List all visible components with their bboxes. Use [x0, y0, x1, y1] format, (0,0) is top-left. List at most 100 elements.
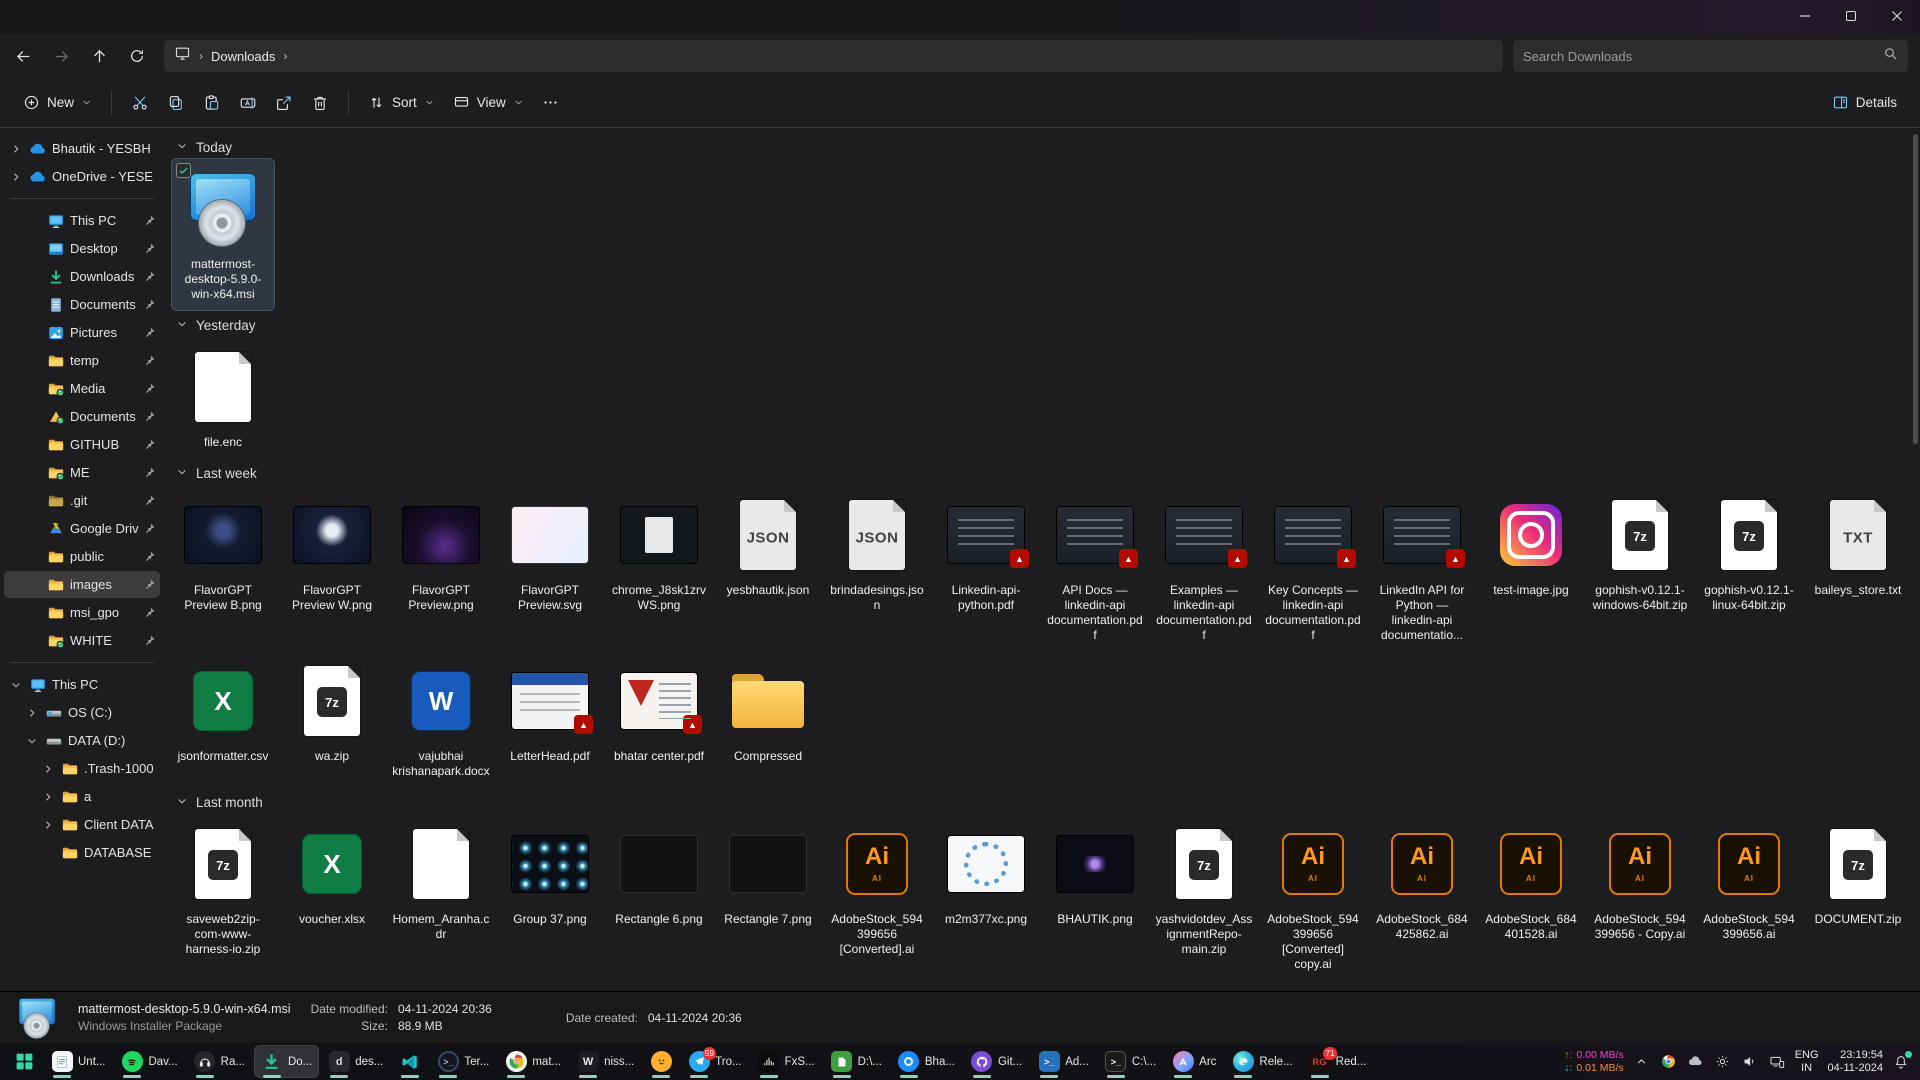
sidebar-item-documents[interactable]: Documents	[4, 403, 160, 430]
file-item[interactable]: test-image.jpg	[1480, 485, 1582, 606]
file-item[interactable]: ▲Linkedin-api-python.pdf	[935, 485, 1037, 621]
taskbar-app-d[interactable]: D:\...	[824, 1045, 889, 1078]
group-header-yesterday[interactable]: Yesterday	[176, 318, 1916, 333]
file-item[interactable]: Xjsonformatter.csv	[172, 651, 274, 772]
taskbar-app-fxs[interactable]: FxS...	[751, 1045, 822, 1078]
clock[interactable]: 23:19:5404-11-2024	[1828, 1049, 1883, 1075]
volume-icon[interactable]	[1741, 1053, 1759, 1071]
details-pane-button[interactable]: Details	[1823, 87, 1906, 118]
chevron-right-icon[interactable]	[40, 819, 56, 831]
file-item[interactable]: Homem_Aranha.cdr	[390, 814, 492, 950]
chevron-right-icon[interactable]	[8, 143, 24, 155]
file-item[interactable]: m2m377xc.png	[935, 814, 1037, 935]
file-item[interactable]: FlavorGPT Preview.svg	[499, 485, 601, 621]
address-bar[interactable]: › Downloads ›	[164, 40, 1503, 72]
sidebar-item-downloads[interactable]: Downloads	[4, 263, 160, 290]
share-button[interactable]	[266, 87, 302, 119]
network-speed-widget[interactable]: ↑:0.00 MB/s ↓:0.01 MB/s	[1564, 1049, 1623, 1075]
back-button[interactable]	[6, 40, 40, 72]
selection-checkbox[interactable]	[176, 163, 191, 178]
file-item[interactable]: AiAIAdobeStock_594399656.ai	[1698, 814, 1800, 950]
sidebar-item-media[interactable]: Media	[4, 375, 160, 402]
taskbar-app-niss[interactable]: Wniss...	[570, 1045, 641, 1078]
rename-button[interactable]	[230, 87, 266, 119]
chrome-tray-icon[interactable]	[1660, 1053, 1678, 1071]
file-item[interactable]: Xvoucher.xlsx	[281, 814, 383, 935]
sidebar-item-desktop[interactable]: Desktop	[4, 235, 160, 262]
file-item[interactable]: ▲bhatar center.pdf	[608, 651, 710, 772]
maximize-button[interactable]	[1828, 0, 1874, 32]
sidebar-item-onedrive-yese[interactable]: OneDrive - YESE	[4, 163, 160, 190]
file-item[interactable]: AiAIAdobeStock_684401528.ai	[1480, 814, 1582, 950]
onedrive-tray-icon[interactable]	[1687, 1053, 1705, 1071]
taskbar-app-red[interactable]: RG71Red...	[1302, 1045, 1374, 1078]
sort-button[interactable]: Sort	[359, 87, 444, 118]
file-item[interactable]: mattermost-desktop-5.9.0-win-x64.msi	[172, 159, 274, 310]
file-item[interactable]: ▲Examples — linkedin-api documentation.p…	[1153, 485, 1255, 651]
file-item[interactable]: 7zDOCUMENT.zip	[1807, 814, 1909, 935]
taskbar-app-rele[interactable]: Rele...	[1225, 1045, 1299, 1078]
new-button[interactable]: New	[14, 87, 101, 118]
sidebar-item-documents[interactable]: Documents	[4, 291, 160, 318]
refresh-button[interactable]	[120, 40, 154, 72]
taskbar-app-do[interactable]: Do...	[254, 1045, 319, 1078]
taskbar-app-unt[interactable]: Unt...	[44, 1045, 112, 1078]
chevron-right-icon[interactable]	[8, 171, 24, 183]
minimize-button[interactable]	[1782, 0, 1828, 32]
taskbar-app-arc[interactable]: Arc	[1165, 1045, 1223, 1078]
file-item[interactable]: Rectangle 7.png	[717, 814, 819, 935]
file-item[interactable]: AiAIAdobeStock_684425862.ai	[1371, 814, 1473, 950]
taskbar-app-ra[interactable]: Ra...	[187, 1045, 252, 1078]
taskbar-app-bha[interactable]: Bha...	[891, 1045, 962, 1078]
language-indicator[interactable]: ENGIN	[1795, 1049, 1819, 1075]
sidebar-item-a[interactable]: a	[4, 783, 160, 810]
file-item[interactable]: FlavorGPT Preview B.png	[172, 485, 274, 621]
taskbar-app-tro[interactable]: 59Tro...	[681, 1045, 748, 1078]
up-button[interactable]	[82, 40, 116, 72]
sidebar-item-public[interactable]: public	[4, 543, 160, 570]
file-item[interactable]: AiAIAdobeStock_594399656 - Copy.ai	[1589, 814, 1691, 950]
taskbar-app-git[interactable]: Git...	[964, 1045, 1029, 1078]
file-item[interactable]: file.enc	[172, 337, 274, 458]
file-item[interactable]: FlavorGPT Preview W.png	[281, 485, 383, 621]
file-item[interactable]: ▲LetterHead.pdf	[499, 651, 601, 772]
file-item[interactable]: JSONyesbhautik.json	[717, 485, 819, 606]
brightness-icon[interactable]	[1714, 1053, 1732, 1071]
sidebar-item--trash-1000[interactable]: .Trash-1000	[4, 755, 160, 782]
breadcrumb-chevron[interactable]: ›	[281, 49, 289, 63]
file-item[interactable]: 7zgophish-v0.12.1-linux-64bit.zip	[1698, 485, 1800, 621]
file-item[interactable]: ▲LinkedIn API for Python — linkedin-api …	[1371, 485, 1473, 651]
forward-button[interactable]	[44, 40, 78, 72]
sidebar-item-data-d-[interactable]: DATA (D:)	[4, 727, 160, 754]
taskbar-app-hugging[interactable]	[643, 1045, 679, 1078]
taskbar-app-dav[interactable]: Dav...	[114, 1045, 184, 1078]
file-item[interactable]: ▲Key Concepts — linkedin-api documentati…	[1262, 485, 1364, 651]
sidebar-item-this-pc[interactable]: This PC	[4, 671, 160, 698]
search-input[interactable]	[1523, 49, 1883, 64]
more-options-button[interactable]	[533, 87, 568, 118]
file-item[interactable]: Wvajubhai krishanapark.docx	[390, 651, 492, 787]
file-item[interactable]: Group 37.png	[499, 814, 601, 935]
file-item[interactable]: 7zyashvidotdev_AssignmentRepo-main.zip	[1153, 814, 1255, 965]
notifications-bell-icon[interactable]	[1892, 1053, 1910, 1071]
chevron-down-icon[interactable]	[8, 679, 24, 691]
sidebar-item-white[interactable]: WHITE	[4, 627, 160, 654]
view-button[interactable]: View	[444, 87, 533, 118]
file-item[interactable]: TXTbaileys_store.txt	[1807, 485, 1909, 606]
taskbar-app-c[interactable]: >_C:\...	[1098, 1045, 1163, 1078]
breadcrumb[interactable]: Downloads	[211, 49, 275, 64]
chevron-right-icon[interactable]	[40, 763, 56, 775]
sidebar-item-bhautik-yesbh[interactable]: Bhautik - YESBH	[4, 135, 160, 162]
sidebar-item-this-pc[interactable]: This PC	[4, 207, 160, 234]
file-item[interactable]: JSONbrindadesings.json	[826, 485, 928, 621]
taskbar-app-mat[interactable]: mat...	[498, 1045, 568, 1078]
paste-button[interactable]	[194, 87, 230, 119]
sidebar-item-me[interactable]: ME	[4, 459, 160, 486]
taskbar-app-ad[interactable]: >_Ad...	[1031, 1045, 1096, 1078]
cut-button[interactable]	[122, 87, 158, 119]
sidebar-item-database[interactable]: DATABASE	[4, 839, 160, 866]
file-item[interactable]: AiAIAdobeStock_594399656 [Converted] cop…	[1262, 814, 1364, 980]
hidden-icons-chevron[interactable]	[1633, 1053, 1651, 1071]
chevron-right-icon[interactable]	[24, 707, 40, 719]
sidebar-item-client-data[interactable]: Client DATA	[4, 811, 160, 838]
